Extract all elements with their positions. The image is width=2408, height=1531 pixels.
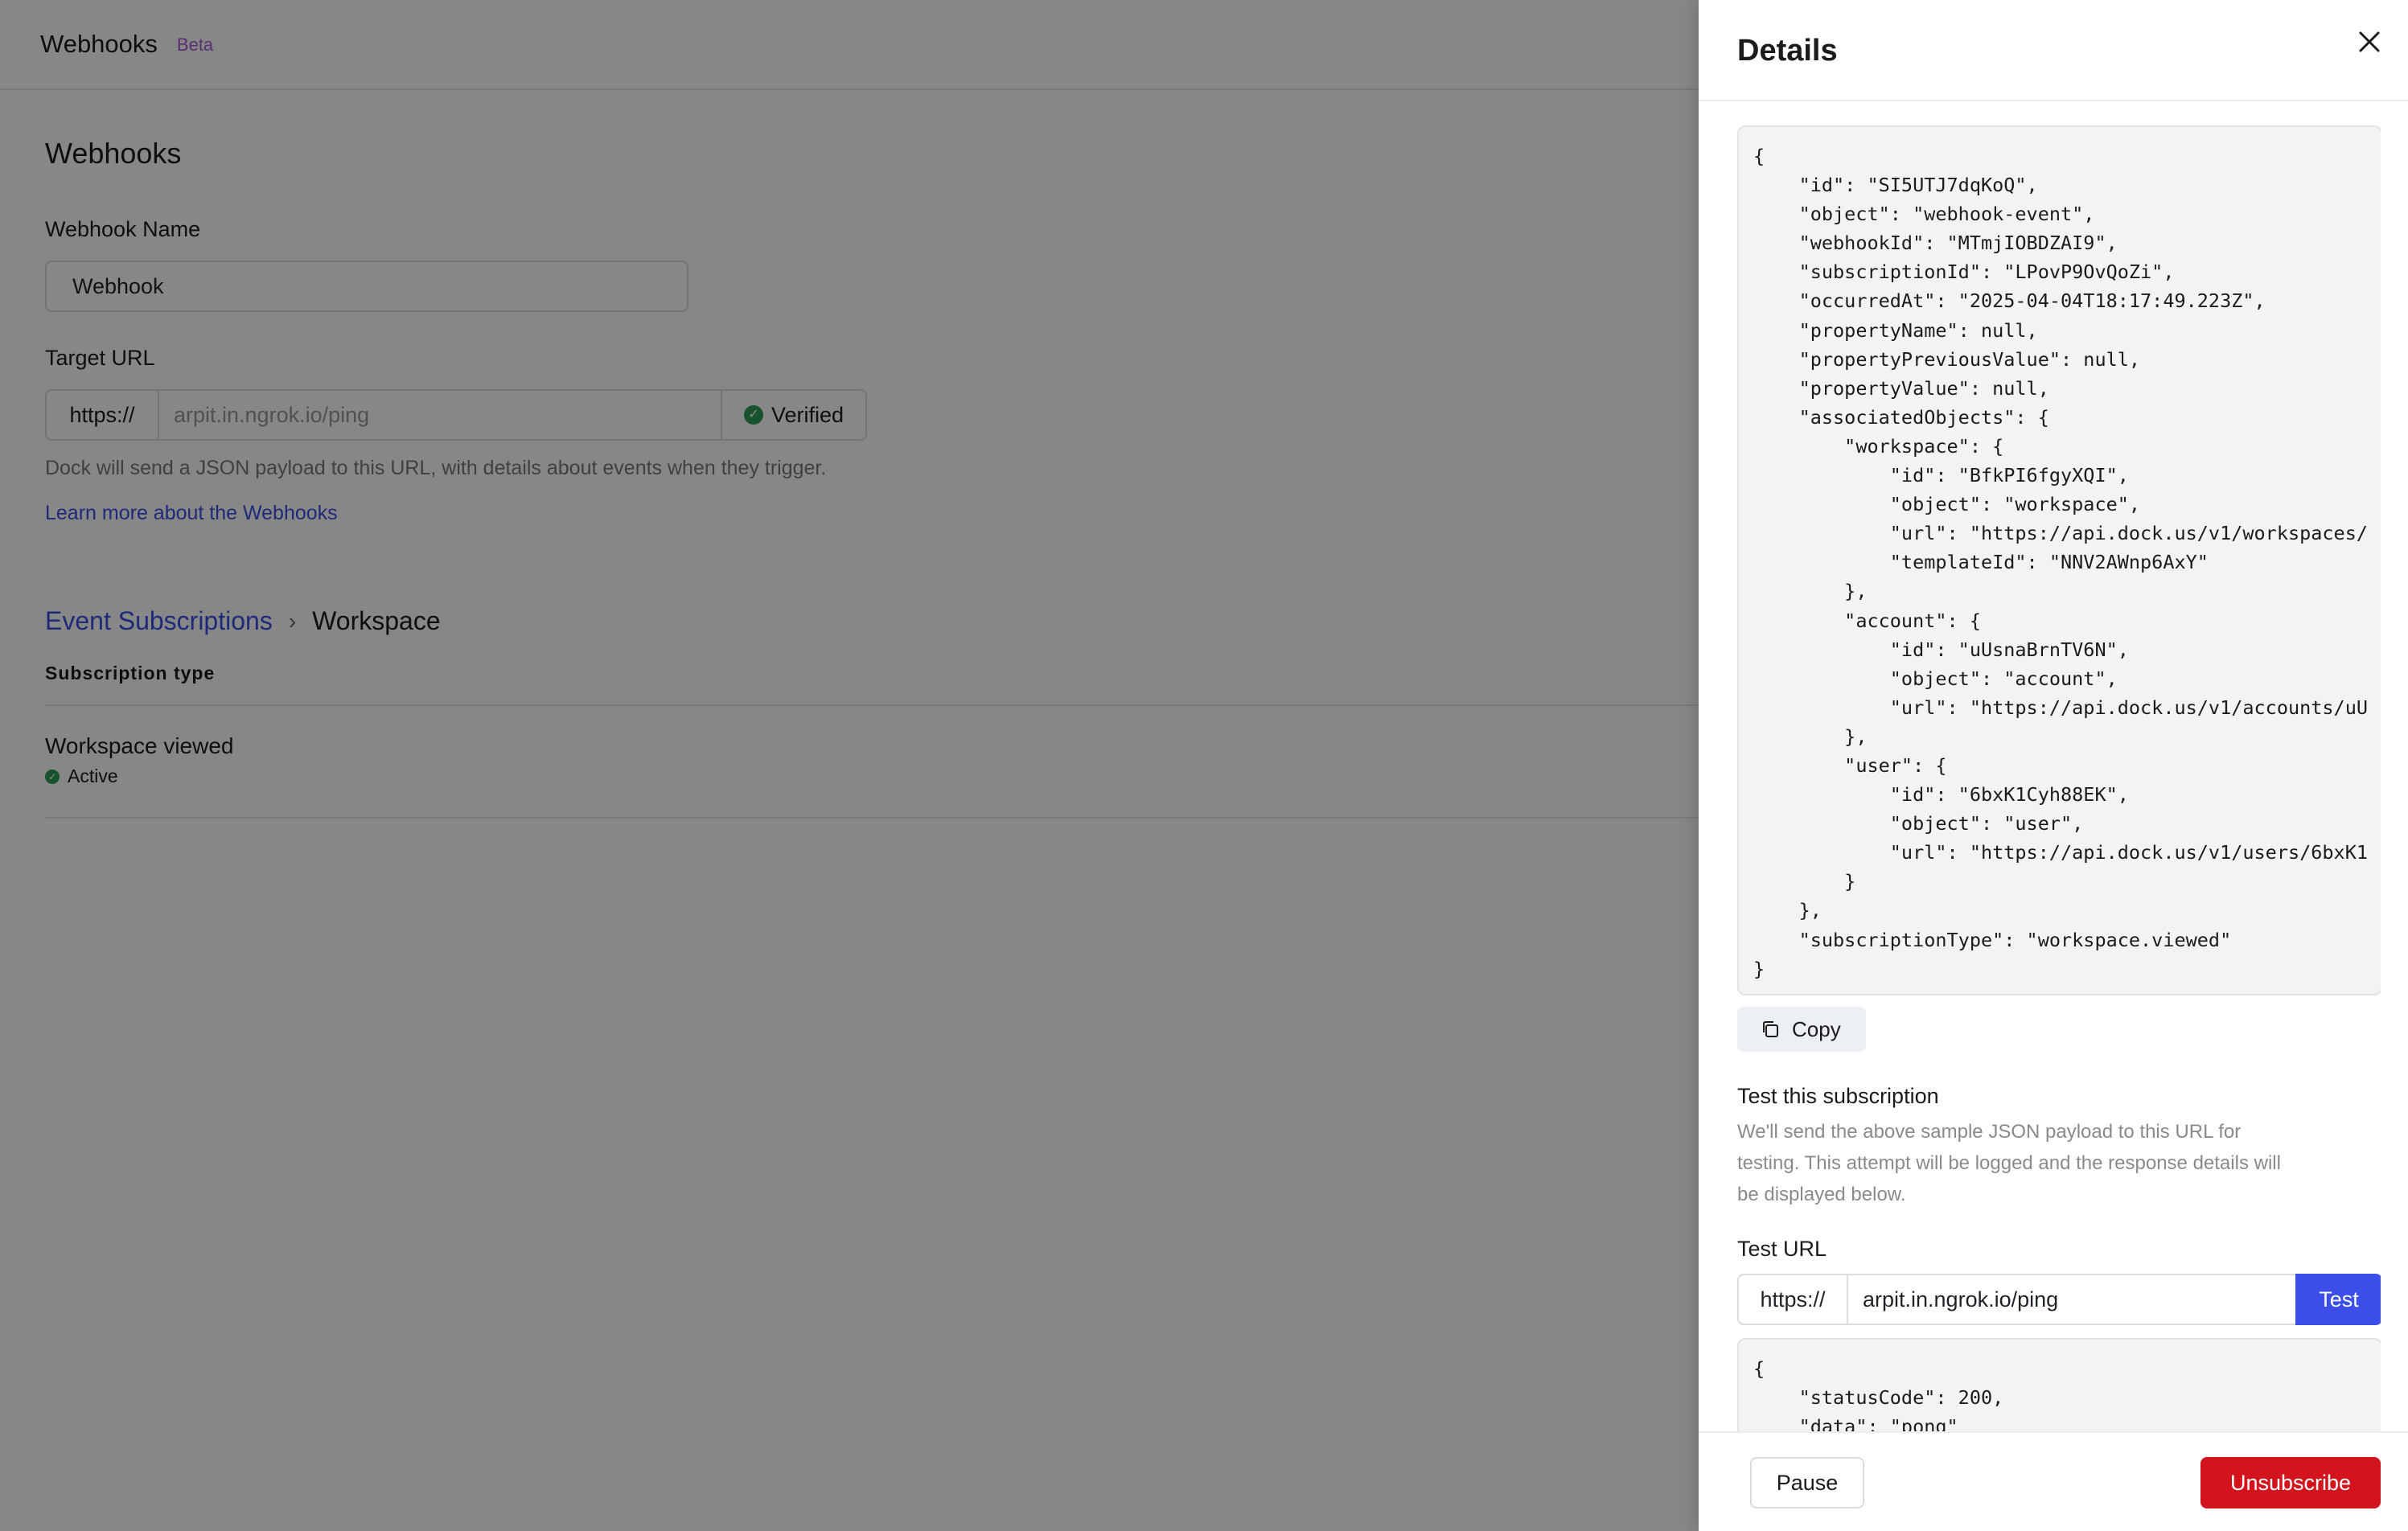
test-section-description: We'll send the above sample JSON payload… bbox=[1737, 1121, 2281, 1205]
drawer-header: Details bbox=[1699, 0, 2408, 101]
close-button[interactable] bbox=[2352, 24, 2387, 60]
test-url-input[interactable]: arpit.in.ngrok.io/ping bbox=[1848, 1274, 2295, 1325]
response-code-block: { "statusCode": 200, "data": "pong" } bbox=[1737, 1338, 2381, 1431]
pause-button[interactable]: Pause bbox=[1750, 1457, 1864, 1508]
drawer-title: Details bbox=[1737, 34, 1838, 68]
copy-icon bbox=[1763, 1021, 1778, 1037]
unsubscribe-button[interactable]: Unsubscribe bbox=[2200, 1457, 2381, 1508]
test-section-title: Test this subscription bbox=[1737, 1084, 1939, 1108]
copy-button[interactable]: Copy bbox=[1737, 1007, 1866, 1052]
response-json: { "statusCode": 200, "data": "pong" } bbox=[1753, 1357, 2004, 1431]
copy-label: Copy bbox=[1792, 1016, 1841, 1041]
details-drawer: Details { "id": "SI5UTJ7dqKoQ", "object"… bbox=[1699, 0, 2408, 1531]
test-url-field: https:// arpit.in.ngrok.io/ping Test bbox=[1737, 1274, 2381, 1325]
close-icon bbox=[2359, 31, 2380, 52]
test-url-label: Test URL bbox=[1737, 1237, 1827, 1261]
test-url-prefix: https:// bbox=[1737, 1274, 1848, 1325]
payload-code-block: { "id": "SI5UTJ7dqKoQ", "object": "webho… bbox=[1737, 125, 2381, 995]
drawer-footer: Pause Unsubscribe bbox=[1699, 1431, 2408, 1531]
test-button[interactable]: Test bbox=[2295, 1274, 2381, 1325]
drawer-body: { "id": "SI5UTJ7dqKoQ", "object": "webho… bbox=[1737, 101, 2381, 1431]
payload-json: { "id": "SI5UTJ7dqKoQ", "object": "webho… bbox=[1753, 145, 2369, 980]
